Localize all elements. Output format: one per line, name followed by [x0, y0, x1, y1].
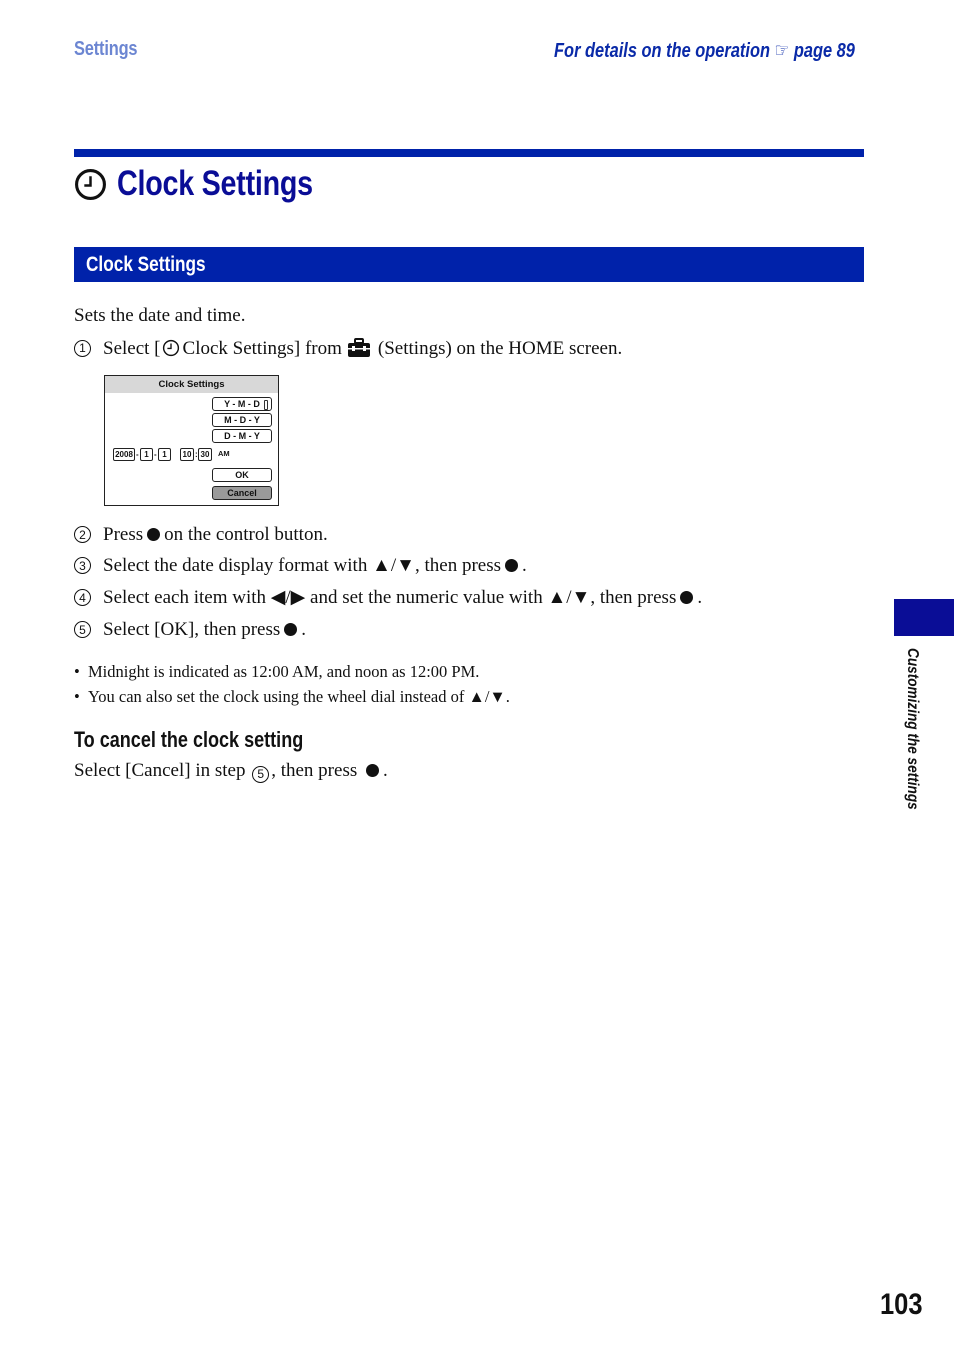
- step-text: Clock Settings] from: [182, 337, 342, 359]
- step-text: Select [: [103, 337, 161, 359]
- bullet-icon: •: [74, 662, 80, 681]
- format-option-mdy[interactable]: M - D - Y: [212, 413, 272, 427]
- minute-field[interactable]: 30: [198, 448, 212, 461]
- note-item: • Midnight is indicated as 12:00 AM, and …: [74, 662, 480, 681]
- clock-icon: [162, 339, 179, 357]
- page-title-text: Clock Settings: [117, 164, 313, 203]
- page-title: Clock Settings: [74, 164, 356, 204]
- center-button-icon: [147, 528, 161, 541]
- step-text: (Settings) on the HOME screen.: [377, 337, 623, 359]
- step-4: 4 Select each item with ◀/▶ and set the …: [74, 588, 702, 607]
- pointing-hand-icon: ☞: [774, 40, 790, 62]
- step-text: Select the date display format with ▲/▼,…: [103, 555, 501, 576]
- center-button-icon: [680, 591, 694, 604]
- hour-field[interactable]: 10: [180, 448, 194, 461]
- step-text: .: [697, 587, 703, 608]
- step-text: Press: [103, 524, 144, 545]
- year-field[interactable]: 2008: [113, 448, 135, 461]
- cancel-text: .: [382, 760, 388, 781]
- step-number-badge: 3: [74, 557, 91, 574]
- intro-text: Sets the date and time.: [74, 305, 246, 326]
- month-field[interactable]: 1: [140, 448, 153, 461]
- date-separator: -: [136, 450, 139, 459]
- cancel-section-text: Select [Cancel] in step 5, then press .: [74, 761, 388, 783]
- note-text: You can also set the clock using the whe…: [88, 687, 510, 706]
- step-text: on the control button.: [164, 524, 328, 545]
- step-2: 2 Press on the control button.: [74, 525, 328, 544]
- center-button-icon: [365, 764, 379, 777]
- section-heading-text: Clock Settings: [86, 253, 206, 276]
- format-option-ymd[interactable]: Y - M - D: [212, 397, 272, 411]
- step-1: 1 Select [ Clock Settings] from (Setting…: [74, 338, 622, 358]
- step-number-badge: 5: [74, 621, 91, 638]
- ok-button[interactable]: OK: [212, 468, 272, 482]
- step-3: 3 Select the date display format with ▲/…: [74, 556, 527, 575]
- step-5: 5 Select [OK], then press .: [74, 620, 306, 639]
- camera-clock-settings-screen: Clock Settings Y - M - D M - D - Y D - M…: [104, 375, 279, 506]
- details-page-link[interactable]: page 89: [794, 40, 855, 62]
- center-button-icon: [284, 623, 298, 636]
- screen-title: Clock Settings: [105, 376, 278, 393]
- step-text: Select [OK], then press: [103, 619, 281, 640]
- day-field[interactable]: 1: [158, 448, 171, 461]
- header-cross-reference[interactable]: For details on the operation ☞ page 89: [554, 38, 855, 63]
- title-rule: [74, 149, 864, 157]
- cancel-button[interactable]: Cancel: [212, 486, 272, 500]
- clock-icon: [75, 168, 106, 200]
- header-section-label: Settings: [74, 38, 138, 60]
- step-text: .: [522, 555, 527, 576]
- step-reference-badge: 5: [252, 765, 270, 783]
- page-number: 103: [880, 1288, 923, 1321]
- cancel-text: , then press: [271, 760, 358, 781]
- cancel-text: Select [Cancel] in step: [74, 760, 246, 781]
- format-option-dmy[interactable]: D - M - Y: [212, 429, 272, 443]
- step-number-badge: 1: [74, 339, 91, 357]
- details-text: For details on the operation: [554, 40, 771, 62]
- note-item: • You can also set the clock using the wh…: [74, 687, 510, 706]
- ampm-indicator: AM: [218, 449, 230, 458]
- step-text: .: [301, 619, 307, 640]
- date-separator: -: [154, 450, 157, 459]
- note-text: Midnight is indicated as 12:00 AM, and n…: [88, 662, 480, 681]
- step-number-badge: 2: [74, 526, 91, 543]
- step-text: Select each item with ◀/▶ and set the nu…: [103, 587, 677, 608]
- toolbox-settings-icon: [347, 338, 370, 357]
- cancel-section-heading: To cancel the clock setting: [74, 727, 304, 752]
- step-number-badge: 4: [74, 589, 91, 606]
- center-button-icon: [505, 559, 518, 572]
- bullet-icon: •: [74, 687, 80, 706]
- chapter-tab: [894, 599, 954, 636]
- chapter-label: Customizing the settings: [904, 648, 921, 810]
- section-heading-bar: Clock Settings: [74, 247, 864, 282]
